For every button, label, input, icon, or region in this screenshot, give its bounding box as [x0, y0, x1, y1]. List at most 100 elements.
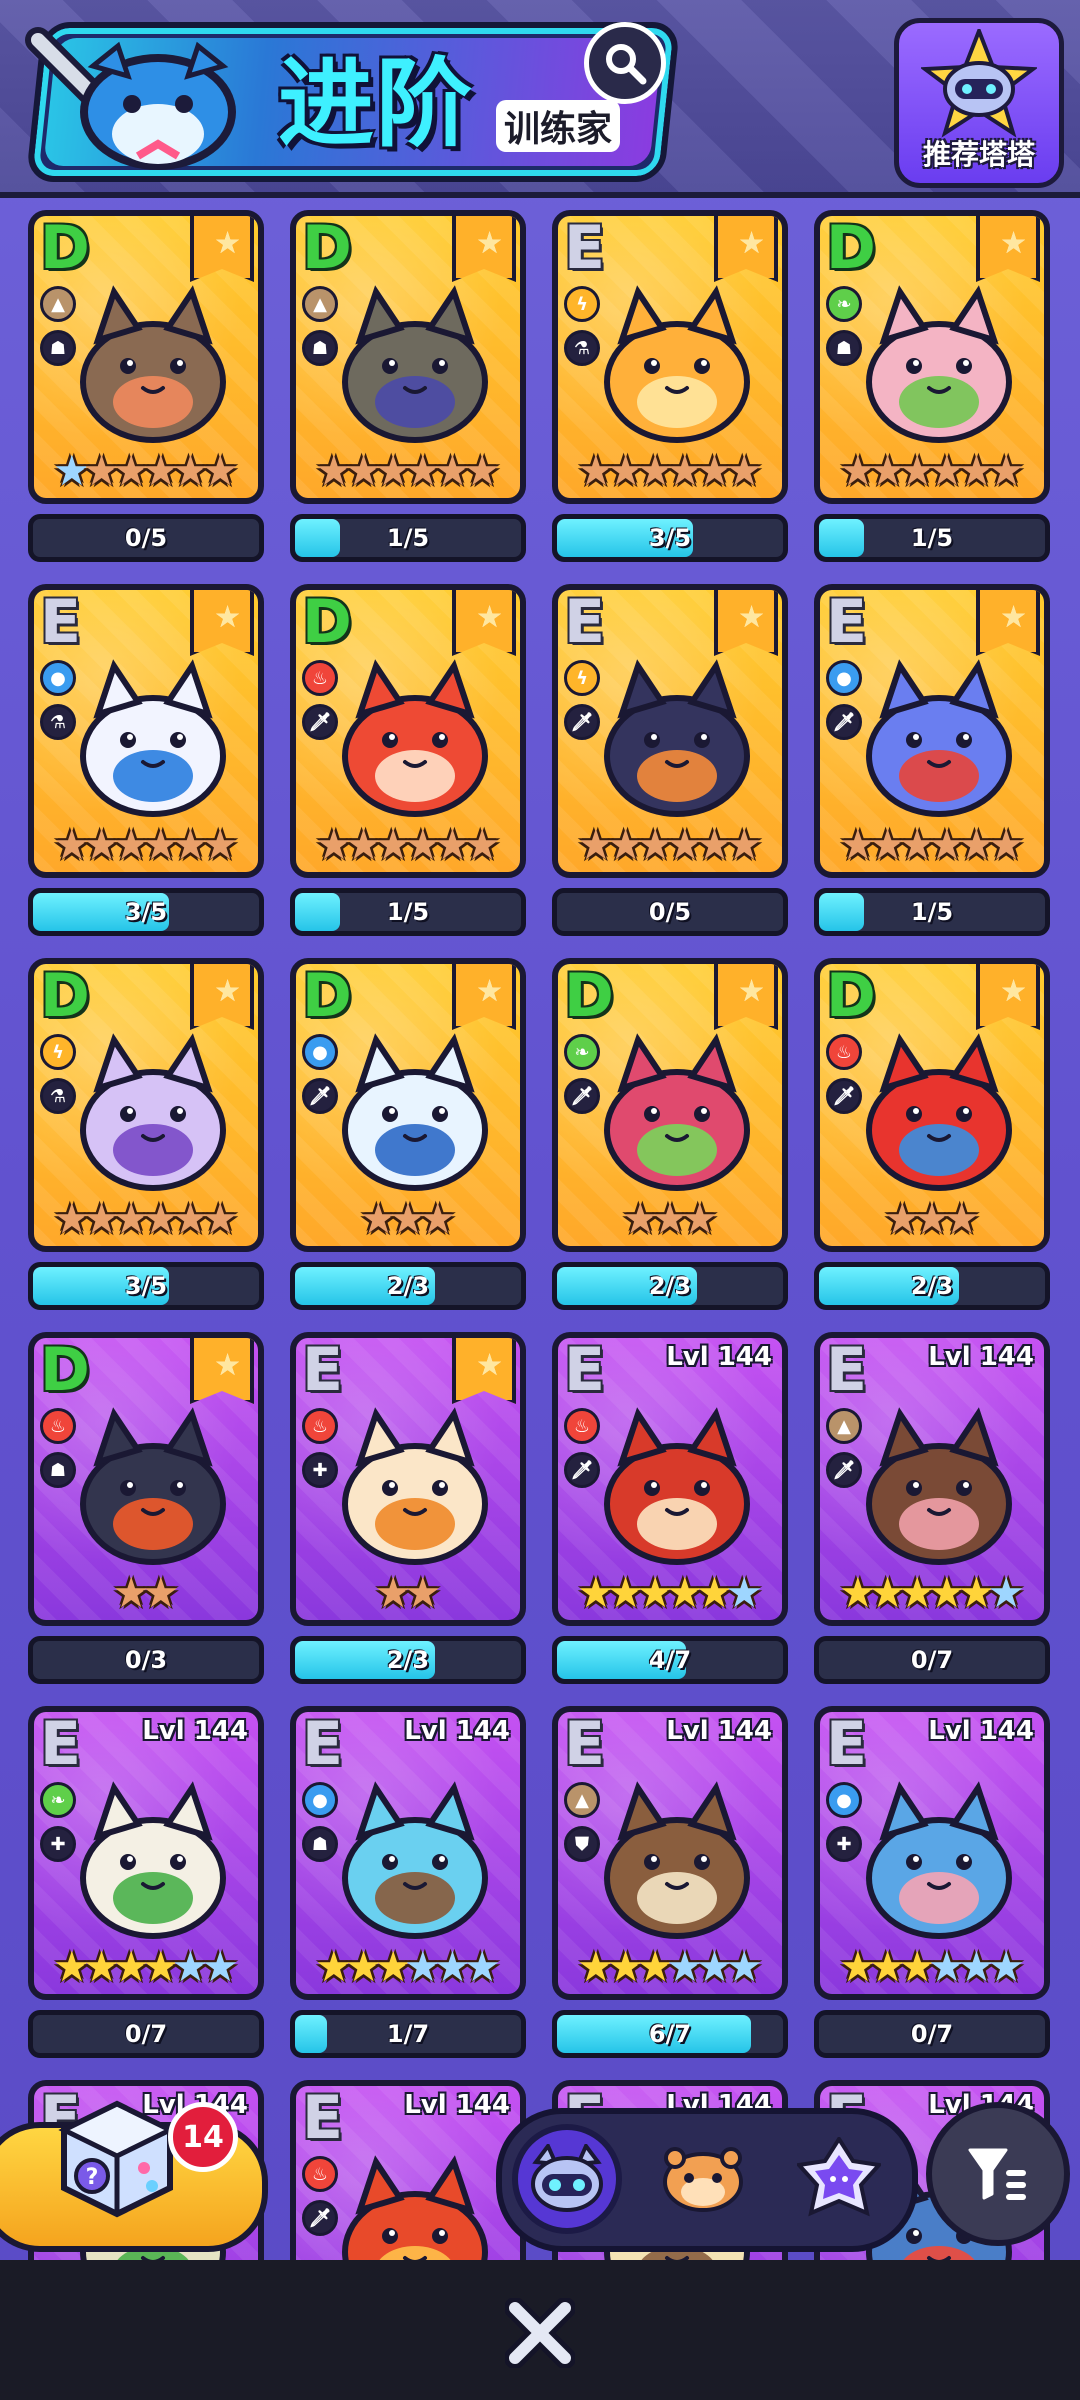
- recommend-tower-button[interactable]: 推荐塔塔: [894, 18, 1064, 188]
- dagger-role-icon: 🗡: [564, 1078, 600, 1114]
- robot-cat-icon: [531, 2144, 603, 2212]
- level-label: Lvl 144: [928, 1716, 1034, 1746]
- progress-text: 0/5: [124, 524, 168, 552]
- progress-text: 2/3: [386, 1272, 430, 1300]
- creature-card[interactable]: E ● ⚗ ★ ★ ★ ★ ★ ★ ★: [28, 584, 264, 878]
- creature-card[interactable]: D ❧ 🗡 ★ ★ ★ ★: [552, 958, 788, 1252]
- grade-label: E: [302, 2086, 343, 2153]
- creature-card[interactable]: E ● 🗡 ★ ★ ★ ★ ★ ★ ★: [814, 584, 1050, 878]
- creature-grid: D ▲ ☗ ★ ★ ★ ★ ★ ★ ★ 0/5 D ▲ ☗ ★ ★ ★ ★ ★ ★ ★ 1/5 Eϟ ⚗ ★ ★ ★ ★ ★ ★ ★ 3/5 D…: [28, 210, 1058, 2260]
- dagger-role-icon: 🗡: [564, 704, 600, 740]
- close-button[interactable]: [488, 2290, 592, 2376]
- creature-portrait-icon: [342, 659, 488, 817]
- creature-portrait-icon: [342, 1407, 488, 1565]
- grade-label: E: [826, 1338, 867, 1405]
- fire-element-icon: ♨: [302, 1408, 338, 1444]
- grade-label: E: [564, 1338, 605, 1405]
- shard-progress-bar: 0/7: [814, 1636, 1050, 1684]
- tab-towers[interactable]: [512, 2124, 622, 2234]
- star-icon: ★: [476, 226, 503, 261]
- tab-crystals[interactable]: [784, 2124, 894, 2234]
- star-rating: ★ ★ ★ ★ ★ ★: [34, 1944, 258, 1990]
- creature-portrait-icon: [80, 1407, 226, 1565]
- creature-card[interactable]: D ♨ 🗡 ★ ★ ★ ★ ★ ★ ★: [290, 584, 526, 878]
- bronze-star-icon: ★: [201, 820, 239, 869]
- creature-card[interactable]: Eϟ ⚗ ★ ★ ★ ★ ★ ★ ★: [552, 210, 788, 504]
- progress-text: 0/5: [648, 898, 692, 926]
- star-rating: ★ ★ ★ ★ ★ ★: [820, 448, 1044, 494]
- creature-card[interactable]: D ● 🗡 ★ ★ ★ ★: [290, 958, 526, 1252]
- creature-card[interactable]: Eϟ 🗡 ★ ★ ★ ★ ★ ★ ★: [552, 584, 788, 878]
- star-rating: ★ ★ ★: [820, 1196, 1044, 1242]
- creature-card[interactable]: D ▲ ☗ ★ ★ ★ ★ ★ ★ ★: [28, 210, 264, 504]
- star-rating: ★ ★ ★ ★ ★ ★: [296, 822, 520, 868]
- bronze-star-icon: ★: [404, 1568, 442, 1617]
- star-icon: ★: [214, 226, 241, 261]
- creature-portrait-icon: [604, 1781, 750, 1939]
- bronze-star-icon: ★: [418, 1194, 457, 1243]
- dagger-role-icon: 🗡: [826, 1078, 862, 1114]
- filter-button[interactable]: [926, 2102, 1070, 2246]
- creature-card[interactable]: E ● ☗ Lvl 144 ★ ★ ★ ★ ★ ★: [290, 1706, 526, 2000]
- ghost-role-icon: ☗: [302, 1826, 338, 1862]
- search-button[interactable]: [584, 22, 666, 104]
- star-rating: ★ ★ ★ ★ ★ ★: [558, 1944, 782, 1990]
- creature-card[interactable]: D ♨ 🗡 ★ ★ ★ ★: [814, 958, 1050, 1252]
- grade-label: E: [302, 1712, 343, 1779]
- star-rating: ★ ★: [296, 1570, 520, 1616]
- creature-card[interactable]: Dϟ ⚗ ★ ★ ★ ★ ★ ★ ★: [28, 958, 264, 1252]
- creature-portrait-icon: [604, 659, 750, 817]
- grade-label: E: [826, 1712, 867, 1779]
- mystery-box-icon[interactable]: ?: [52, 2094, 182, 2224]
- grade-label: E: [826, 590, 867, 657]
- water-element-icon: ●: [302, 1034, 338, 1070]
- creature-card[interactable]: E ❧ ✚ Lvl 144 ★ ★ ★ ★ ★ ★: [28, 1706, 264, 2000]
- tab-monsters[interactable]: [648, 2124, 758, 2234]
- star-rating: ★ ★ ★ ★ ★ ★: [296, 448, 520, 494]
- bronze-star-icon: ★: [463, 446, 501, 495]
- water-element-icon: ●: [40, 660, 76, 696]
- creature-card[interactable]: E ♨ 🗡 Lvl 144 ★ ★ ★ ★ ★ ★: [552, 1332, 788, 1626]
- bronze-star-icon: ★: [725, 446, 763, 495]
- shard-progress-bar: 4/7: [552, 1636, 788, 1684]
- creature-portrait-icon: [342, 1781, 488, 1939]
- shard-progress-bar: 0/3: [28, 1636, 264, 1684]
- progress-text: 0/7: [910, 1646, 954, 1674]
- creature-portrait-icon: [342, 285, 488, 443]
- star-icon: ★: [214, 974, 241, 1009]
- progress-text: 1/5: [386, 898, 430, 926]
- creature-card[interactable]: E ♨ ✚ ★ ★ ★: [290, 1332, 526, 1626]
- creature-portrait-icon: [80, 1781, 226, 1939]
- ghost-role-icon: ☗: [40, 330, 76, 366]
- plus-role-icon: ✚: [302, 1452, 338, 1488]
- creature-card[interactable]: E ▲ 🗡 Lvl 144 ★ ★ ★ ★ ★ ★: [814, 1332, 1050, 1626]
- shard-progress-bar: 1/7: [290, 2010, 526, 2058]
- flask-role-icon: ⚗: [40, 1078, 76, 1114]
- creature-portrait-icon: [866, 1407, 1012, 1565]
- shard-progress-bar: 0/5: [552, 888, 788, 936]
- progress-text: 1/7: [386, 2020, 430, 2048]
- robot-cat-icon: [921, 29, 1037, 138]
- star-rating: ★ ★ ★ ★ ★ ★: [296, 1944, 520, 1990]
- creature-card[interactable]: D ❧ ☗ ★ ★ ★ ★ ★ ★ ★: [814, 210, 1050, 504]
- shard-progress-bar: 0/7: [814, 2010, 1050, 2058]
- shard-progress-bar: 2/3: [290, 1262, 526, 1310]
- progress-text: 6/7: [648, 2020, 692, 2048]
- electric-element-icon: ϟ: [564, 660, 600, 696]
- star-rating: ★ ★ ★ ★ ★ ★: [820, 1944, 1044, 1990]
- recommend-tower-label: 推荐塔塔: [922, 138, 1035, 171]
- star-icon: ★: [214, 600, 241, 635]
- grade-label: D: [302, 216, 352, 283]
- creature-card[interactable]: E ● ✚ Lvl 144 ★ ★ ★ ★ ★ ★: [814, 1706, 1050, 2000]
- star-icon: ★: [476, 974, 503, 1009]
- dagger-role-icon: 🗡: [564, 1452, 600, 1488]
- creature-card[interactable]: E ▲ ⛊ Lvl 144 ★ ★ ★ ★ ★ ★: [552, 1706, 788, 2000]
- grade-label: E: [564, 1712, 605, 1779]
- progress-text: 4/7: [648, 1646, 692, 1674]
- creature-card[interactable]: E ♨ 🗡 Lvl 144: [290, 2080, 526, 2260]
- creature-card[interactable]: D ♨ ☗ ★ ★ ★: [28, 1332, 264, 1626]
- bronze-star-icon: ★: [142, 1568, 180, 1617]
- earth-element-icon: ▲: [564, 1782, 600, 1818]
- earth-element-icon: ▲: [826, 1408, 862, 1444]
- creature-card[interactable]: D ▲ ☗ ★ ★ ★ ★ ★ ★ ★: [290, 210, 526, 504]
